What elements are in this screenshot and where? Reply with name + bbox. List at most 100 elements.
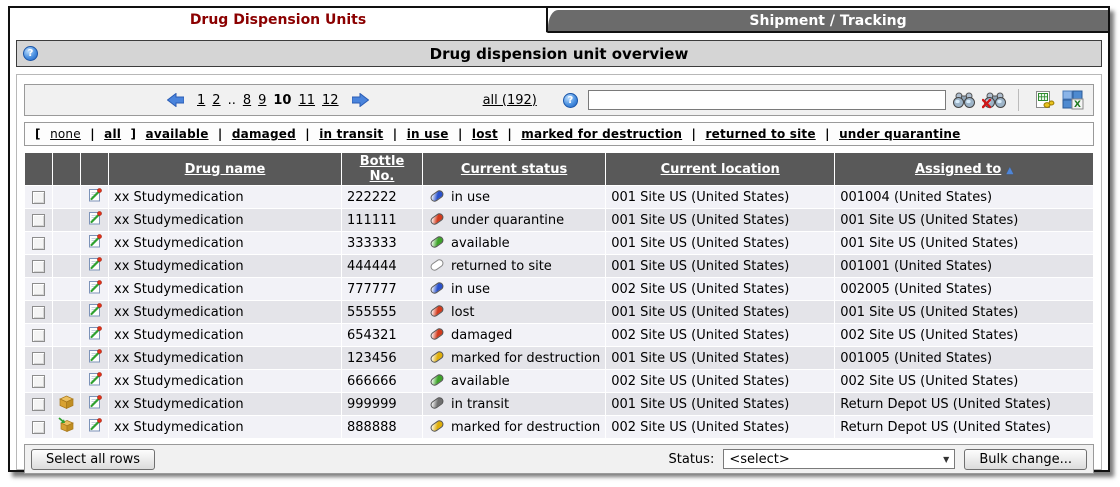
edit-icon[interactable] — [87, 372, 103, 391]
table-row: xx Studymedication 999999 in transit 001 Si… — [25, 393, 1093, 415]
row-checkbox[interactable] — [32, 328, 45, 342]
page-link[interactable]: 8 — [243, 93, 251, 108]
page-link[interactable]: 2 — [212, 93, 220, 108]
show-all-link[interactable]: all (192) — [483, 93, 537, 108]
search-help-icon[interactable]: ? — [562, 92, 578, 108]
row-checkbox-cell — [25, 324, 52, 346]
row-checkbox[interactable] — [32, 374, 45, 388]
row-checkbox[interactable] — [32, 259, 45, 273]
current-location-cell: 001 Site US (United States) — [606, 186, 835, 208]
edit-icon[interactable] — [87, 303, 103, 322]
row-checkbox-cell — [25, 255, 52, 277]
assigned-to-cell: Return Depot US (United States) — [835, 416, 1093, 438]
assigned-to-cell: 001004 (United States) — [835, 186, 1093, 208]
bottle-no-cell: 222222 — [342, 186, 422, 208]
page-link[interactable]: 9 — [258, 93, 266, 108]
tab-shipment-tracking[interactable]: Shipment / Tracking — [548, 10, 1108, 33]
bottle-no-cell: 666666 — [342, 370, 422, 392]
edit-icon[interactable] — [87, 418, 103, 437]
status-pill-icon — [428, 372, 446, 388]
help-icon[interactable]: ? — [23, 46, 38, 61]
assigned-to-cell: 001 Site US (United States) — [835, 301, 1093, 323]
table-row: xx Studymedication 222222 in use 001 Site U… — [25, 186, 1093, 208]
assigned-to-cell: 002 Site US (United States) — [835, 324, 1093, 346]
export-excel-icon[interactable] — [1033, 90, 1055, 110]
toolbar: 1 2.. 8 9 10 11 12 all (192) ? X — [24, 84, 1094, 116]
edit-icon[interactable] — [87, 234, 103, 253]
package-cell — [53, 324, 80, 346]
filter-link-marked-for-destruction[interactable]: marked for destruction — [521, 127, 682, 141]
filter-link-available[interactable]: available — [146, 127, 209, 141]
package-cell — [53, 393, 80, 415]
edit-cell — [81, 416, 108, 438]
chevron-down-icon: ▼ — [943, 454, 950, 464]
row-checkbox[interactable] — [32, 305, 45, 319]
header-assigned-to[interactable]: Assigned to ▲ — [835, 153, 1093, 185]
filter-link-returned-to-site[interactable]: returned to site — [706, 127, 816, 141]
row-checkbox[interactable] — [32, 190, 45, 204]
package-cell — [53, 301, 80, 323]
edit-icon[interactable] — [87, 188, 103, 207]
search-input[interactable] — [587, 90, 946, 110]
package-cell — [53, 416, 80, 438]
filter-link-in-use[interactable]: in use — [407, 127, 449, 141]
filter-link-under-quarantine[interactable]: under quarantine — [839, 127, 960, 141]
next-page-icon[interactable] — [351, 93, 369, 107]
edit-icon[interactable] — [87, 280, 103, 299]
assigned-to-cell: 001 Site US (United States) — [835, 232, 1093, 254]
prev-page-icon[interactable] — [167, 93, 184, 107]
current-status-cell: in transit — [423, 393, 606, 415]
current-status-cell: marked for destruction — [423, 416, 606, 438]
tab-drug-dispension-units[interactable]: Drug Dispension Units — [10, 8, 549, 33]
edit-cell — [81, 347, 108, 369]
edit-icon[interactable] — [87, 257, 103, 276]
page-link[interactable]: 11 — [298, 93, 315, 108]
package-cell — [53, 255, 80, 277]
row-checkbox[interactable] — [32, 213, 45, 227]
row-checkbox[interactable] — [32, 282, 45, 296]
row-checkbox[interactable] — [32, 236, 45, 250]
header-current-status[interactable]: Current status — [423, 153, 606, 185]
edit-icon[interactable] — [87, 349, 103, 368]
filter-bracket: [ — [35, 127, 46, 141]
row-checkbox[interactable] — [32, 351, 45, 365]
page-title: Drug dispension unit overview — [429, 44, 689, 63]
header-drug-name[interactable]: Drug name — [109, 153, 341, 185]
row-checkbox[interactable] — [32, 420, 45, 434]
row-checkbox-cell — [25, 278, 52, 300]
package-cell — [53, 232, 80, 254]
row-checkbox-cell — [25, 416, 52, 438]
filter-link-none[interactable]: none — [50, 127, 81, 141]
drug-name-cell: xx Studymedication — [109, 370, 341, 392]
bottle-no-cell: 777777 — [342, 278, 422, 300]
bulk-change-button[interactable]: Bulk change... — [964, 448, 1087, 470]
table-row: xx Studymedication 666666 available 002 Sit… — [25, 370, 1093, 392]
filter-link-all[interactable]: all — [104, 127, 121, 141]
status-select[interactable]: <select> ▼ — [723, 449, 956, 469]
header-bottle-no[interactable]: Bottle No. — [342, 153, 422, 185]
row-checkbox[interactable] — [32, 397, 45, 411]
current-location-cell: 001 Site US (United States) — [606, 301, 835, 323]
page-link[interactable]: 1 — [197, 93, 205, 108]
header-current-location[interactable]: Current location — [606, 153, 835, 185]
export-excel-grid-icon[interactable]: X — [1061, 90, 1085, 110]
page-link[interactable]: 12 — [322, 93, 339, 108]
edit-icon[interactable] — [87, 326, 103, 345]
drug-name-cell: xx Studymedication — [109, 301, 341, 323]
tab-label: Drug Dispension Units — [189, 12, 367, 28]
filter-link-damaged[interactable]: damaged — [232, 127, 296, 141]
select-all-rows-button[interactable]: Select all rows — [31, 448, 155, 470]
edit-icon[interactable] — [87, 395, 103, 414]
filter-link-lost[interactable]: lost — [472, 127, 498, 141]
edit-icon[interactable] — [87, 211, 103, 230]
row-checkbox-cell — [25, 347, 52, 369]
bottle-no-cell: 555555 — [342, 301, 422, 323]
filter-separator: | — [453, 127, 467, 141]
filter-link-in-transit[interactable]: in transit — [319, 127, 383, 141]
search-binoculars-icon[interactable] — [952, 91, 976, 109]
current-location-cell: 001 Site US (United States) — [606, 255, 835, 277]
bottle-no-cell: 999999 — [342, 393, 422, 415]
table-row: xx Studymedication 654321 damaged 002 Site … — [25, 324, 1093, 346]
drug-name-cell: xx Studymedication — [109, 324, 341, 346]
clear-search-icon[interactable] — [982, 91, 1006, 109]
